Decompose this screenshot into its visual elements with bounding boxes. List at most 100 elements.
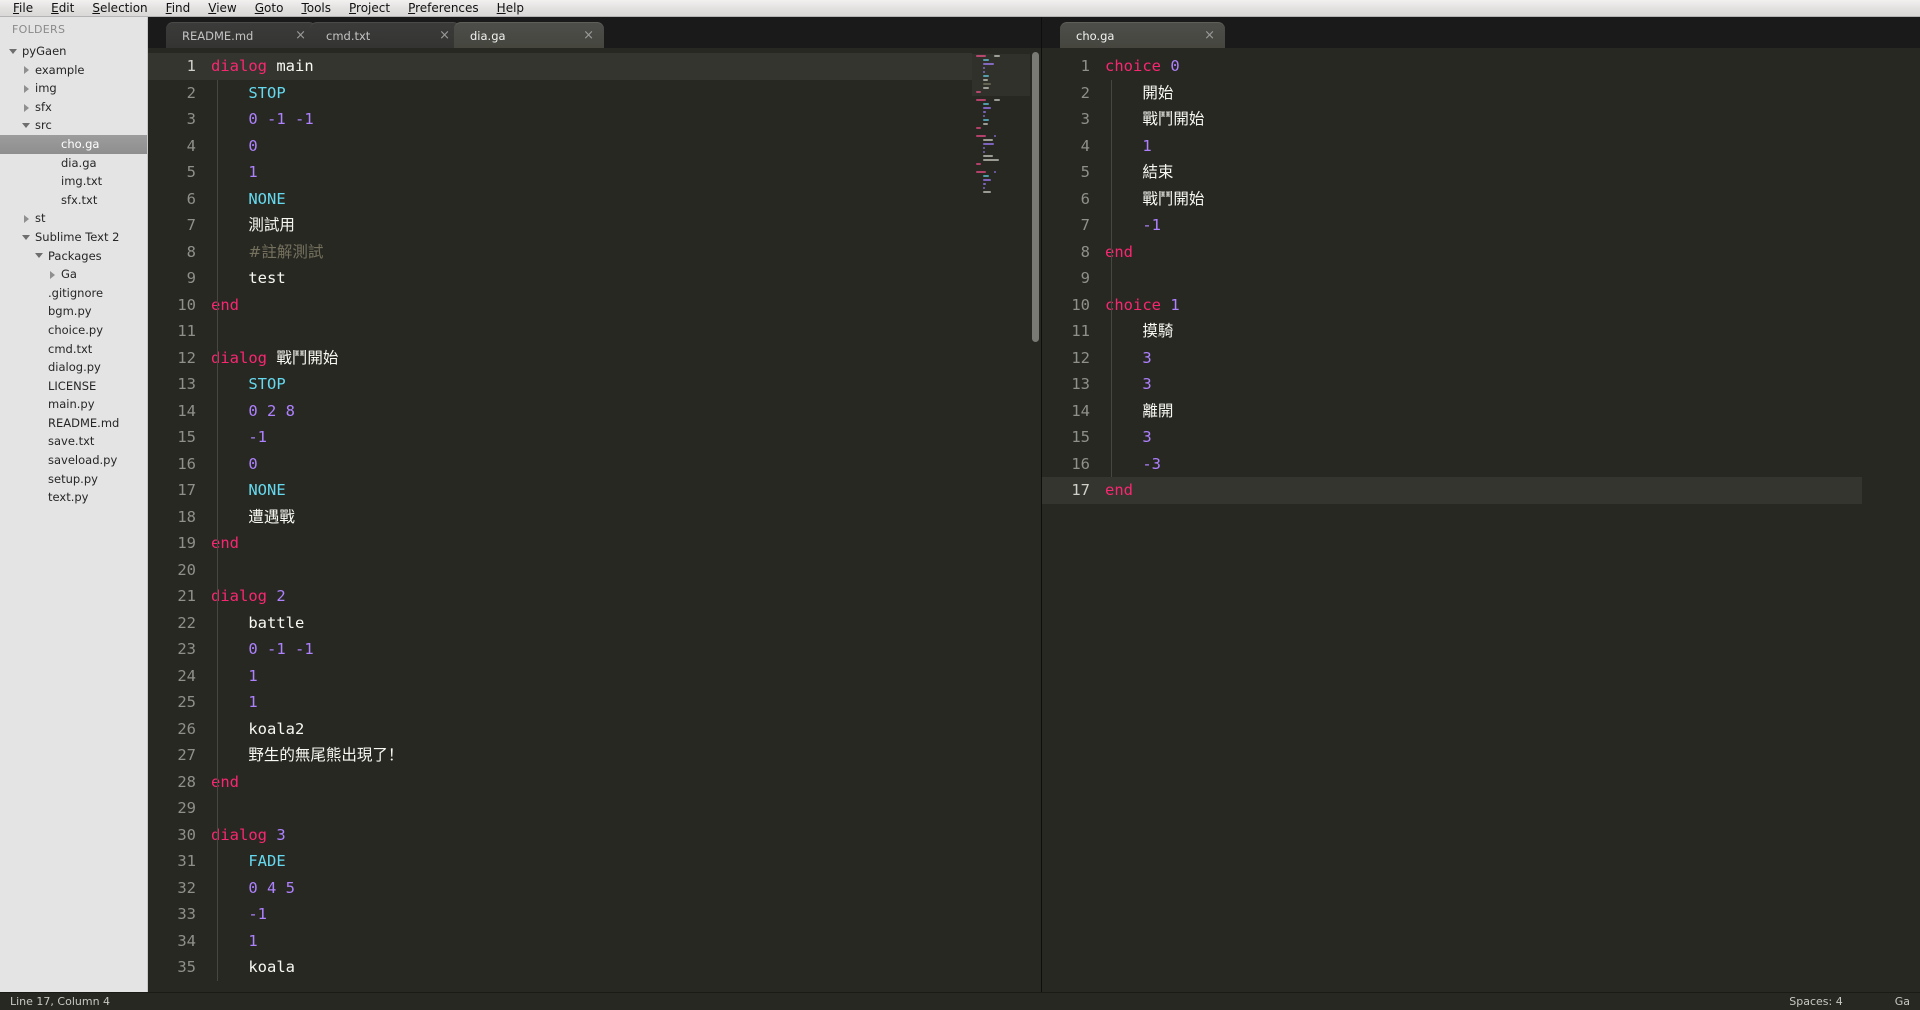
chevron-right-icon[interactable]	[21, 102, 32, 113]
code-line[interactable]: end	[205, 292, 972, 319]
code-area-right[interactable]: 1 2 3 4 5 6 7 8 9 10 11 12 13 14 15 16 17 choice 0 開始 戰鬥…	[1042, 48, 1920, 992]
menu-help[interactable]: Help	[488, 0, 533, 17]
code-line[interactable]: dialog 戰鬥開始	[205, 345, 972, 372]
tab-readme-md[interactable]: README.md ×	[166, 22, 316, 48]
sidebar-item-dia-ga[interactable]: dia.ga	[0, 154, 147, 173]
menu-preferences[interactable]: Preferences	[399, 0, 488, 17]
code-line[interactable]: 1	[205, 159, 972, 186]
sidebar-item-main-py[interactable]: main.py	[0, 395, 147, 414]
code-line[interactable]	[205, 318, 972, 345]
code-line[interactable]: choice 1	[1099, 292, 1862, 319]
code-line[interactable]: 離開	[1099, 398, 1862, 425]
vertical-scrollbar-left[interactable]	[1030, 48, 1041, 992]
close-icon[interactable]: ×	[439, 29, 450, 42]
sidebar-item-readme-md[interactable]: README.md	[0, 414, 147, 433]
code-content-left[interactable]: dialog main STOP 0 -1 -1 0 1 NONE 測試用 #註…	[205, 48, 972, 992]
code-line[interactable]	[205, 795, 972, 822]
code-line[interactable]: NONE	[205, 477, 972, 504]
code-line[interactable]: FADE	[205, 848, 972, 875]
close-icon[interactable]: ×	[583, 29, 594, 42]
tab-dia-ga[interactable]: dia.ga ×	[454, 22, 604, 48]
sidebar-file-tree[interactable]: FOLDERS pyGaen example img sfx src cho.ga dia.…	[0, 17, 148, 992]
code-area-left[interactable]: 1 2 3 4 5 6 7 8 9 10 11 12 13 14 15 16 17 18 19 20 21 22 23 24 2…	[148, 48, 1041, 992]
menu-tools[interactable]: Tools	[292, 0, 340, 17]
code-line[interactable]: battle	[205, 610, 972, 637]
sidebar-item-example[interactable]: example	[0, 61, 147, 80]
code-line[interactable]: 3	[1099, 371, 1862, 398]
sidebar-item-packages[interactable]: Packages	[0, 247, 147, 266]
code-line[interactable]: 0 -1 -1	[205, 106, 972, 133]
tab-cho-ga[interactable]: cho.ga ×	[1060, 22, 1225, 48]
code-line[interactable]: dialog main	[205, 53, 972, 80]
code-line[interactable]: NONE	[205, 186, 972, 213]
status-indentation[interactable]: Spaces: 4	[1789, 995, 1842, 1008]
close-icon[interactable]: ×	[1204, 29, 1215, 42]
menu-find[interactable]: Find	[157, 0, 200, 17]
code-line[interactable]: 0 2 8	[205, 398, 972, 425]
code-line[interactable]: 戰鬥開始	[1099, 106, 1862, 133]
code-line[interactable]: 結束	[1099, 159, 1862, 186]
sidebar-item-img[interactable]: img	[0, 79, 147, 98]
menu-selection[interactable]: Selection	[83, 0, 156, 17]
code-line[interactable]: -1	[205, 424, 972, 451]
menu-goto[interactable]: Goto	[246, 0, 293, 17]
menu-file[interactable]: File	[4, 0, 42, 17]
code-line[interactable]	[1099, 265, 1862, 292]
sidebar-item-sfx-txt[interactable]: sfx.txt	[0, 191, 147, 210]
sidebar-item-bgm-py[interactable]: bgm.py	[0, 302, 147, 321]
close-icon[interactable]: ×	[295, 29, 306, 42]
code-line[interactable]: 測試用	[205, 212, 972, 239]
chevron-down-icon[interactable]	[21, 232, 32, 243]
scrollbar-thumb[interactable]	[1032, 52, 1039, 342]
sidebar-item-ga[interactable]: Ga	[0, 265, 147, 284]
sidebar-item-sublime-text-2[interactable]: Sublime Text 2	[0, 228, 147, 247]
sidebar-item-st[interactable]: st	[0, 209, 147, 228]
chevron-right-icon[interactable]	[21, 213, 32, 224]
code-line[interactable]: STOP	[205, 371, 972, 398]
code-line[interactable]: STOP	[205, 80, 972, 107]
code-line[interactable]: 1	[1099, 133, 1862, 160]
menu-view[interactable]: View	[199, 0, 245, 17]
code-line[interactable]: 3	[1099, 345, 1862, 372]
tab-bar-right[interactable]: cho.ga ×	[1042, 17, 1920, 48]
sidebar-item-src[interactable]: src	[0, 116, 147, 135]
sidebar-item-cho-ga[interactable]: cho.ga	[0, 134, 147, 154]
chevron-right-icon[interactable]	[21, 64, 32, 75]
code-line[interactable]: 0	[205, 133, 972, 160]
sidebar-item-cmd-txt[interactable]: cmd.txt	[0, 340, 147, 359]
sidebar-item-save-txt[interactable]: save.txt	[0, 432, 147, 451]
code-line[interactable]: 1	[205, 928, 972, 955]
code-line[interactable]: 0	[205, 451, 972, 478]
code-line[interactable]: dialog 2	[205, 583, 972, 610]
code-line[interactable]: dialog 3	[205, 822, 972, 849]
sidebar-item-sfx[interactable]: sfx	[0, 98, 147, 117]
code-line[interactable]: 0 -1 -1	[205, 636, 972, 663]
code-line[interactable]: -1	[1099, 212, 1862, 239]
code-line[interactable]: 開始	[1099, 80, 1862, 107]
chevron-down-icon[interactable]	[34, 250, 45, 261]
status-syntax[interactable]: Ga	[1895, 995, 1910, 1008]
code-line[interactable]: 0 4 5	[205, 875, 972, 902]
tab-cmd-txt[interactable]: cmd.txt ×	[310, 22, 460, 48]
code-line[interactable]: 3	[1099, 424, 1862, 451]
code-line[interactable]	[205, 557, 972, 584]
tab-bar-left[interactable]: README.md × cmd.txt × dia.ga ×	[148, 17, 1041, 48]
code-line[interactable]: 戰鬥開始	[1099, 186, 1862, 213]
sidebar-item-choice-py[interactable]: choice.py	[0, 321, 147, 340]
sidebar-item-pygaen[interactable]: pyGaen	[0, 42, 147, 61]
code-line[interactable]: 1	[205, 689, 972, 716]
code-line[interactable]: end	[1099, 477, 1862, 504]
code-line[interactable]: end	[205, 769, 972, 796]
code-line[interactable]: koala	[205, 954, 972, 981]
code-line[interactable]: 遭遇戰	[205, 504, 972, 531]
sidebar-item-setup-py[interactable]: setup.py	[0, 470, 147, 489]
menu-edit[interactable]: Edit	[42, 0, 83, 17]
menu-project[interactable]: Project	[340, 0, 399, 17]
code-content-right[interactable]: choice 0 開始 戰鬥開始 1 結束 戰鬥開始 -1 end choice …	[1099, 48, 1862, 992]
sidebar-item-img-txt[interactable]: img.txt	[0, 172, 147, 191]
sidebar-item-dialog-py[interactable]: dialog.py	[0, 358, 147, 377]
code-line[interactable]: koala2	[205, 716, 972, 743]
sidebar-item-gitignore[interactable]: .gitignore	[0, 284, 147, 303]
chevron-right-icon[interactable]	[47, 269, 58, 280]
chevron-down-icon[interactable]	[21, 120, 32, 131]
